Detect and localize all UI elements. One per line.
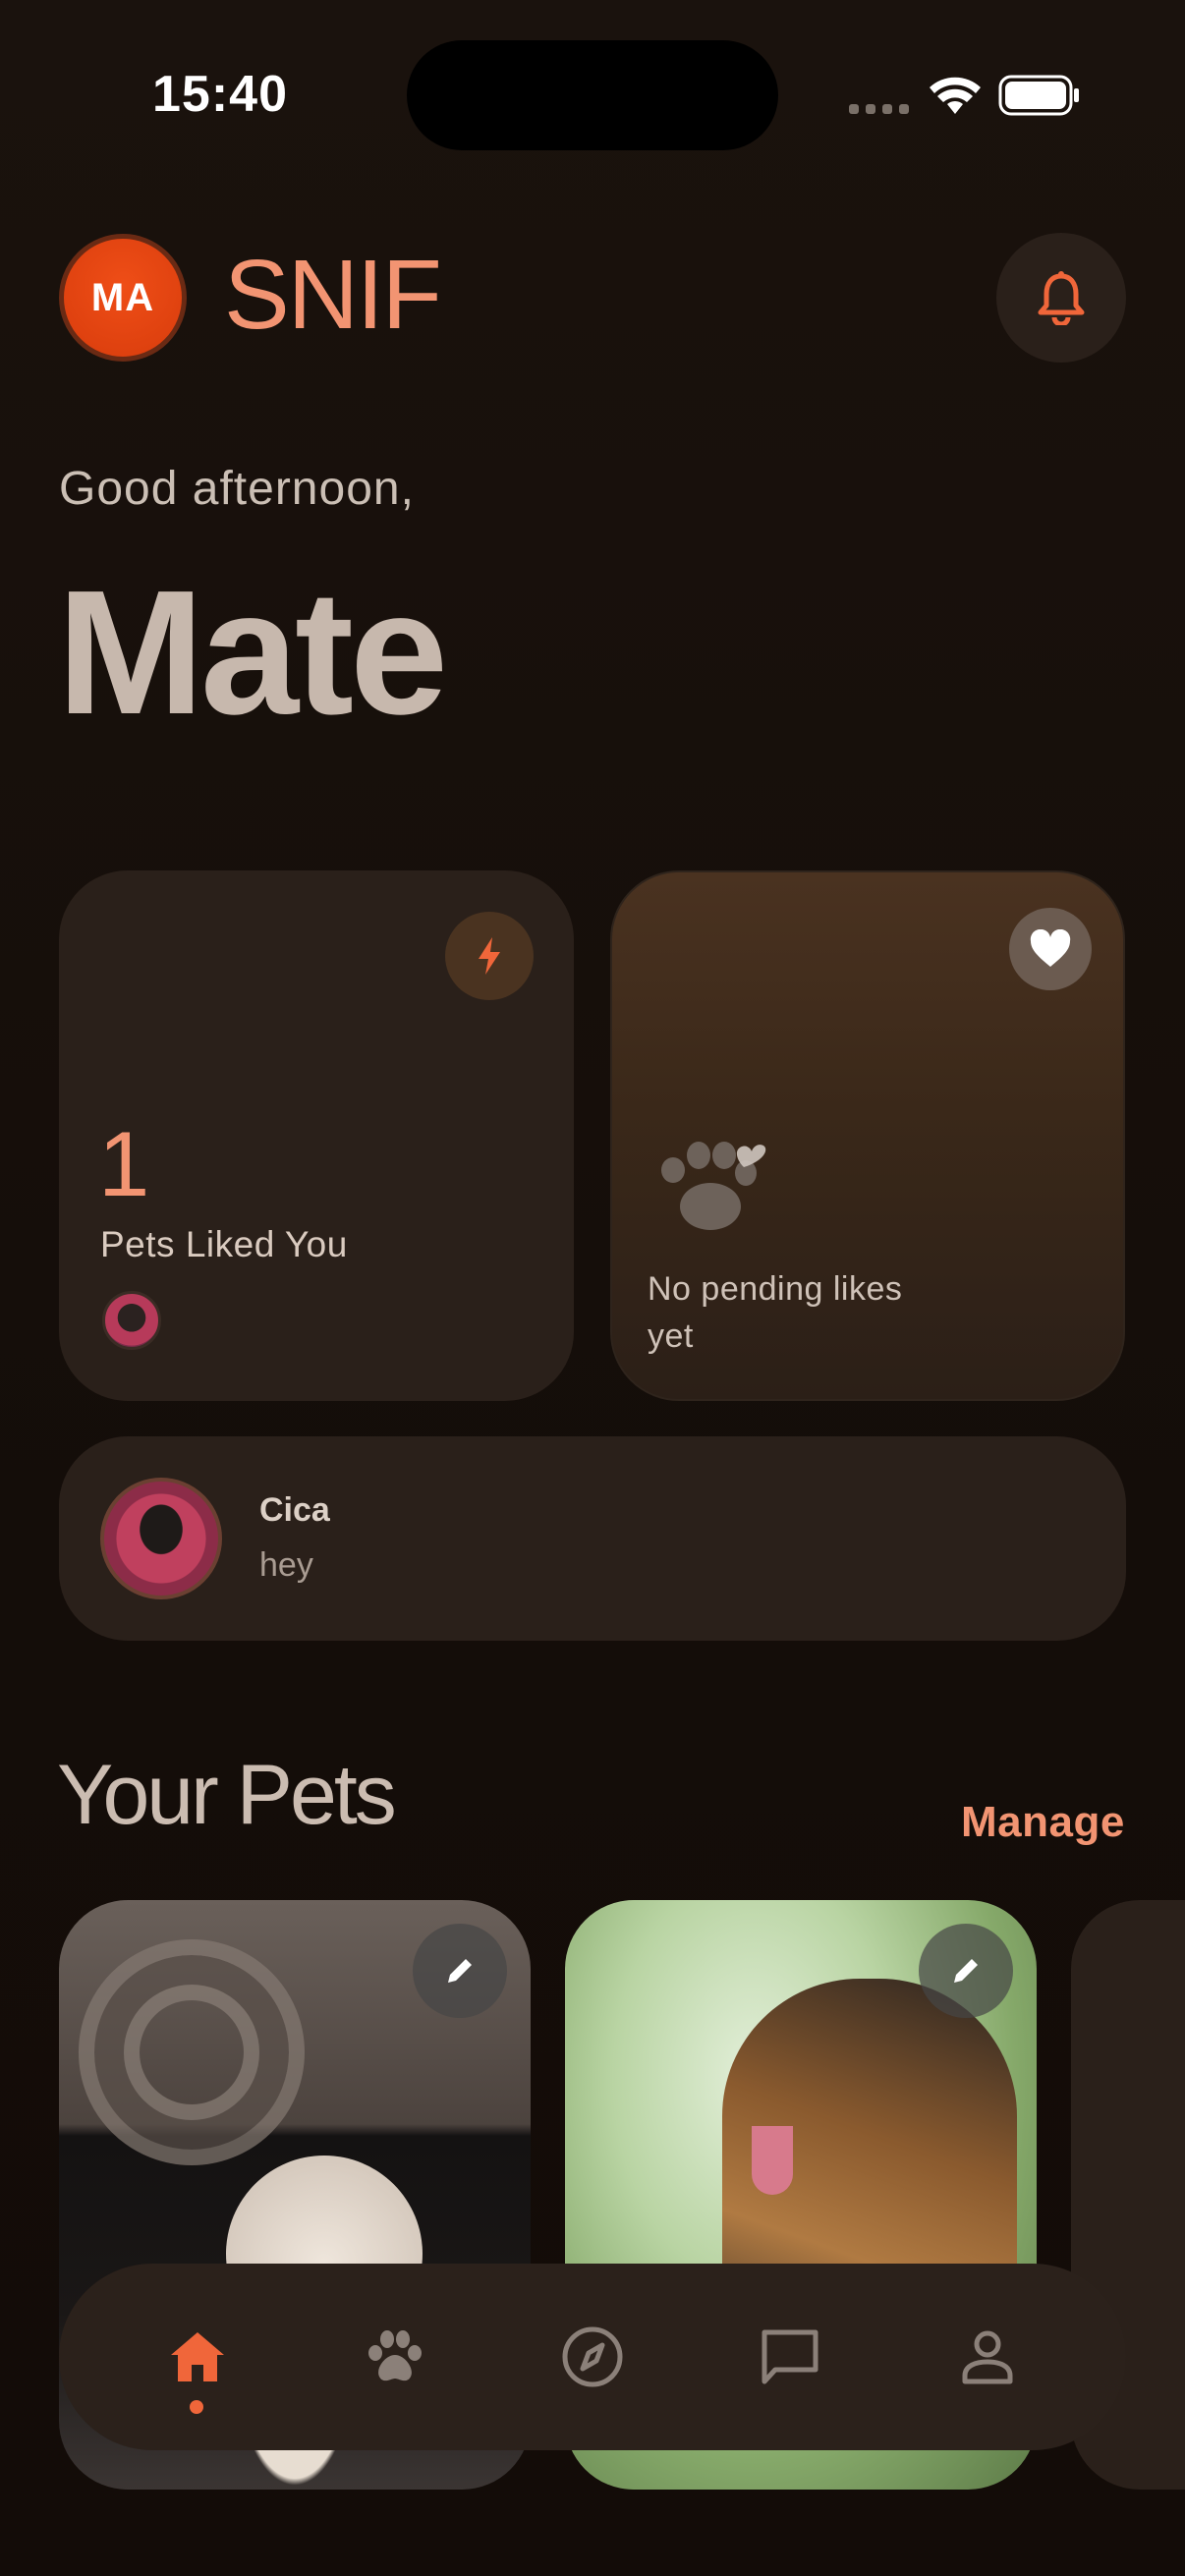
active-indicator (189, 2400, 203, 2414)
home-screen: 15:40 MA SNIF Good afternoon, Mate 1 Pet… (0, 0, 1185, 2576)
liked-label: Pets Liked You (100, 1224, 348, 1264)
nav-profile[interactable] (929, 2298, 1046, 2416)
home-icon (170, 2332, 224, 2381)
bottom-nav (59, 2264, 1126, 2450)
bolt-icon (479, 937, 500, 975)
status-time: 15:40 (152, 66, 288, 123)
pending-likes-card[interactable]: No pending likes yet (610, 870, 1125, 1401)
section-title: Your Pets (57, 1748, 397, 1842)
user-name: Mate (57, 554, 448, 752)
chat-icon (762, 2329, 818, 2384)
bolt-badge (445, 912, 534, 1000)
signal-icon (849, 104, 909, 114)
paw-heart-icon (661, 1142, 766, 1230)
nav-home[interactable] (139, 2298, 256, 2416)
message-preview: hey (259, 1546, 313, 1584)
edit-pet-button[interactable] (413, 1924, 507, 2018)
heart-icon (1030, 929, 1071, 967)
nav-chat[interactable] (731, 2298, 849, 2416)
pencil-icon (954, 1959, 978, 1983)
pet-photo (79, 1939, 305, 2165)
pencil-icon (448, 1959, 472, 1983)
person-icon (962, 2330, 1013, 2384)
dynamic-island (407, 40, 778, 150)
heart-badge (1009, 908, 1092, 990)
paw-icon (367, 2330, 422, 2381)
battery-icon (998, 75, 1079, 116)
nav-pets[interactable] (336, 2298, 454, 2416)
pet-photo-detail (752, 2126, 793, 2195)
sender-avatar (100, 1478, 222, 1599)
greeting-text: Good afternoon, (59, 463, 415, 515)
compass-icon (562, 2326, 623, 2387)
bell-icon (1038, 271, 1085, 325)
manage-link[interactable]: Manage (961, 1798, 1125, 1847)
liked-count: 1 (98, 1112, 150, 1215)
sender-name: Cica (259, 1491, 330, 1529)
app-logo: SNIF (224, 240, 442, 350)
notifications-button[interactable] (996, 233, 1126, 363)
recent-message-card[interactable]: Cica hey (59, 1436, 1126, 1641)
nav-explore[interactable] (534, 2298, 651, 2416)
pending-text: No pending likes yet (648, 1270, 903, 1355)
wifi-icon (930, 77, 981, 114)
pets-liked-card[interactable]: 1 Pets Liked You (59, 870, 574, 1401)
liker-avatar (102, 1291, 161, 1350)
user-avatar[interactable]: MA (59, 234, 187, 362)
edit-pet-button[interactable] (919, 1924, 1013, 2018)
